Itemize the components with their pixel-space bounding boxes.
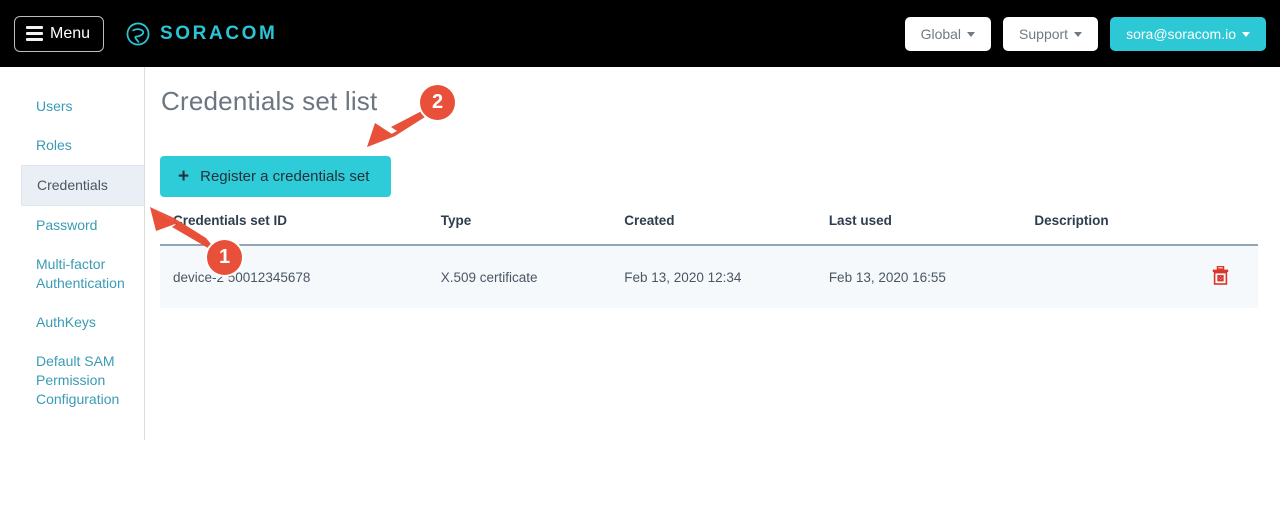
chevron-down-icon [1242, 32, 1250, 37]
hamburger-icon [26, 26, 43, 41]
soracom-logo-icon [126, 22, 150, 45]
register-button-label: Register a credentials set [200, 168, 370, 185]
column-header-created[interactable]: Created [624, 213, 829, 246]
sidebar-item-users[interactable]: Users [0, 87, 144, 126]
chevron-down-icon [967, 32, 976, 37]
cell-created: Feb 13, 2020 12:34 [624, 245, 829, 308]
credentials-table-wrapper: Credentials set ID Type Created Last use… [160, 213, 1258, 308]
cell-description [1034, 245, 1183, 308]
cell-last-used: Feb 13, 2020 16:55 [828, 245, 1035, 308]
annotation-badge-2: 2 [420, 85, 455, 120]
support-menu-label: Support [1019, 25, 1069, 42]
sidebar-item-multi-factor-authentication[interactable]: Multi-factor Authentication [0, 245, 144, 303]
brand-logo-link[interactable]: SORACOM [125, 21, 277, 47]
table-header: Credentials set ID Type Created Last use… [160, 213, 1258, 246]
column-header-type[interactable]: Type [440, 213, 625, 246]
column-header-actions [1182, 213, 1258, 246]
page-title: Credentials set list [161, 86, 378, 116]
menu-button-label: Menu [50, 24, 91, 42]
region-selector-button[interactable]: Global [904, 16, 992, 51]
sidebar-item-password[interactable]: Password [0, 206, 144, 245]
support-menu-button[interactable]: Support [1003, 16, 1099, 51]
account-menu-label: sora@soracom.io [1126, 25, 1236, 42]
account-menu-button[interactable]: sora@soracom.io [1110, 16, 1266, 51]
sidebar-item-default-sam-permission-configuration[interactable]: Default SAM Permission Configuration [0, 342, 144, 419]
register-a-credentials-set-button[interactable]: + Register a credentials set [160, 156, 392, 197]
column-header-last-used[interactable]: Last used [828, 213, 1035, 246]
column-header-credentials-set-id[interactable]: Credentials set ID [160, 213, 441, 246]
cell-credentials-set-id: device-2 50012345678 [160, 245, 441, 308]
menu-button[interactable]: Menu [14, 15, 105, 52]
column-header-description[interactable]: Description [1034, 213, 1183, 246]
table-header-row: Credentials set ID Type Created Last use… [160, 213, 1258, 246]
top-nav-actions: Global Support sora@soracom.io [904, 16, 1266, 51]
annotation-badge-1: 1 [207, 240, 242, 275]
plus-icon: + [178, 166, 190, 187]
trash-icon [1212, 265, 1229, 285]
chevron-down-icon [1074, 32, 1083, 37]
credentials-table: Credentials set ID Type Created Last use… [160, 213, 1258, 308]
sidebar: Users Roles Credentials Password Multi-f… [0, 67, 145, 440]
brand-name: SORACOM [160, 22, 278, 44]
sidebar-item-roles[interactable]: Roles [0, 126, 144, 165]
delete-credentials-set-button[interactable] [1212, 265, 1229, 285]
table-row[interactable]: device-2 50012345678 X.509 certificate F… [160, 245, 1258, 308]
sidebar-item-authkeys[interactable]: AuthKeys [0, 303, 144, 342]
sidebar-item-credentials[interactable]: Credentials [21, 165, 144, 206]
cell-type: X.509 certificate [440, 245, 625, 308]
top-navigation-bar: Menu SORACOM Global Support sora@soracom… [0, 0, 1280, 67]
cell-actions [1182, 245, 1258, 308]
main-content: Credentials set list + Register a creden… [145, 67, 1280, 520]
region-selector-label: Global [920, 25, 962, 42]
table-body: device-2 50012345678 X.509 certificate F… [160, 245, 1258, 308]
